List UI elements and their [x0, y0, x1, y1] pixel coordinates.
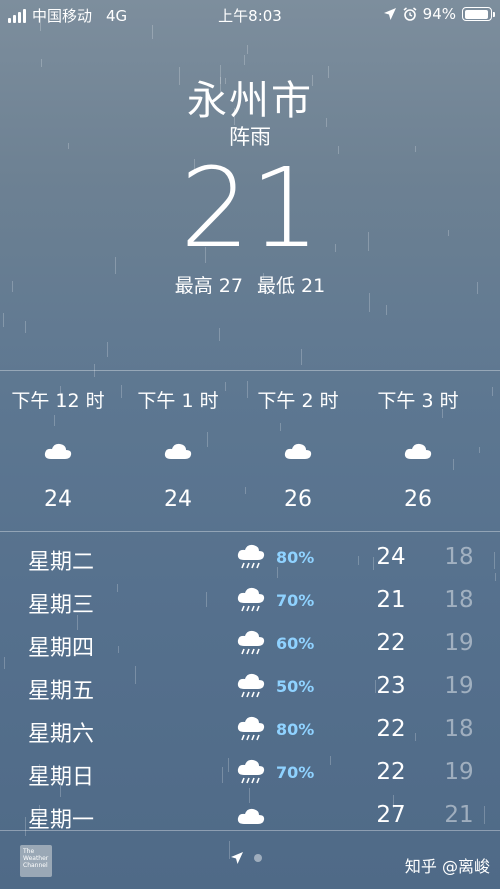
- cloud-icon: [164, 443, 192, 459]
- day-low: 18: [444, 587, 474, 613]
- hour-temp: 24: [44, 487, 72, 512]
- rain-cloud-icon: [237, 630, 265, 655]
- weather-channel-logo[interactable]: The Weather Channel: [20, 845, 52, 877]
- rain-cloud-icon: [237, 544, 265, 569]
- day-high: 22: [376, 716, 406, 742]
- precip-chance: 80%: [276, 720, 315, 739]
- day-low: 21: [444, 802, 474, 828]
- location-arrow-icon: [383, 8, 396, 20]
- day-low: 18: [444, 716, 474, 742]
- day-low: 19: [444, 759, 474, 785]
- battery-percent: 94%: [422, 5, 456, 23]
- day-low: 18: [444, 544, 474, 570]
- hour-time: 下午 2 时: [257, 390, 339, 412]
- rain-streak: [386, 305, 387, 315]
- rain-cloud-icon: [237, 759, 265, 784]
- cloud-icon: [44, 443, 72, 459]
- precip-chance: 60%: [276, 634, 315, 653]
- precip-chance: 70%: [276, 763, 315, 782]
- cloud-icon: [404, 443, 432, 459]
- rain-streak: [244, 55, 245, 65]
- hour-time: 下午 1 时: [137, 390, 219, 412]
- rain-cloud-icon: [237, 716, 265, 741]
- bottom-bar: The Weather Channel 知乎 @离峻: [0, 830, 500, 889]
- rain-streak: [25, 321, 26, 333]
- precip-chance: 80%: [276, 548, 315, 567]
- page-dot: [254, 854, 262, 862]
- daily-row: 星期四 60% 22 19: [0, 624, 500, 666]
- day-high: 24: [376, 544, 406, 570]
- hour-time: 下午 3 时: [377, 390, 459, 412]
- rain-streak: [107, 342, 108, 357]
- day-name: 星期五: [28, 679, 95, 704]
- rain-streak: [219, 328, 220, 341]
- hour-temp: 26: [284, 487, 312, 512]
- high-low: 最高 27 最低 21: [0, 271, 500, 298]
- hour-temp: 24: [164, 487, 192, 512]
- rain-cloud-icon: [237, 587, 265, 612]
- page-indicator[interactable]: [230, 851, 262, 865]
- day-name: 星期三: [28, 593, 95, 618]
- rain-cloud-icon: [237, 673, 265, 698]
- low-temp: 最低 21: [257, 275, 326, 297]
- hour-time: 下午 12 时: [11, 390, 105, 412]
- hour-temp: 26: [404, 487, 432, 512]
- battery-icon: [462, 7, 495, 21]
- city-name: 永州市: [187, 78, 313, 124]
- status-bar: 中国移动 4G 上午8:03 94%: [0, 0, 500, 28]
- daily-row: 星期六 80% 22 18: [0, 710, 500, 752]
- location-arrow-icon: [231, 852, 243, 864]
- day-low: 19: [444, 673, 474, 699]
- day-name: 星期二: [28, 550, 95, 575]
- cloud-icon: [237, 808, 265, 824]
- current-temperature: 21: [180, 144, 320, 272]
- day-name: 星期六: [28, 722, 95, 747]
- daily-row: 星期二 80% 24 18: [0, 538, 500, 580]
- day-high: 22: [376, 630, 406, 656]
- daily-row: 星期三 70% 21 18: [0, 581, 500, 623]
- day-high: 23: [376, 673, 406, 699]
- rain-streak: [3, 313, 4, 327]
- daily-row: 星期五 50% 23 19: [0, 667, 500, 709]
- logo-text: The Weather Channel: [23, 848, 49, 869]
- high-temp: 最高 27: [174, 275, 243, 297]
- hourly-forecast[interactable]: 下午 12 时 24 下午 1 时 24 下午 2 时 26 下午 3 时 26: [0, 370, 500, 532]
- rain-streak: [41, 59, 42, 67]
- day-low: 19: [444, 630, 474, 656]
- day-high: 22: [376, 759, 406, 785]
- watermark: 知乎 @离峻: [404, 857, 490, 876]
- cloud-icon: [284, 443, 312, 459]
- day-high: 27: [376, 802, 406, 828]
- precip-chance: 70%: [276, 591, 315, 610]
- day-name: 星期日: [28, 765, 95, 790]
- day-high: 21: [376, 587, 406, 613]
- alarm-icon: [403, 7, 417, 21]
- day-name: 星期四: [28, 636, 95, 661]
- daily-row: 星期日 70% 22 19: [0, 753, 500, 795]
- rain-streak: [247, 45, 248, 54]
- status-right: 94%: [383, 5, 495, 23]
- precip-chance: 50%: [276, 677, 315, 696]
- battery-fill: [464, 9, 488, 19]
- rain-streak: [301, 349, 302, 365]
